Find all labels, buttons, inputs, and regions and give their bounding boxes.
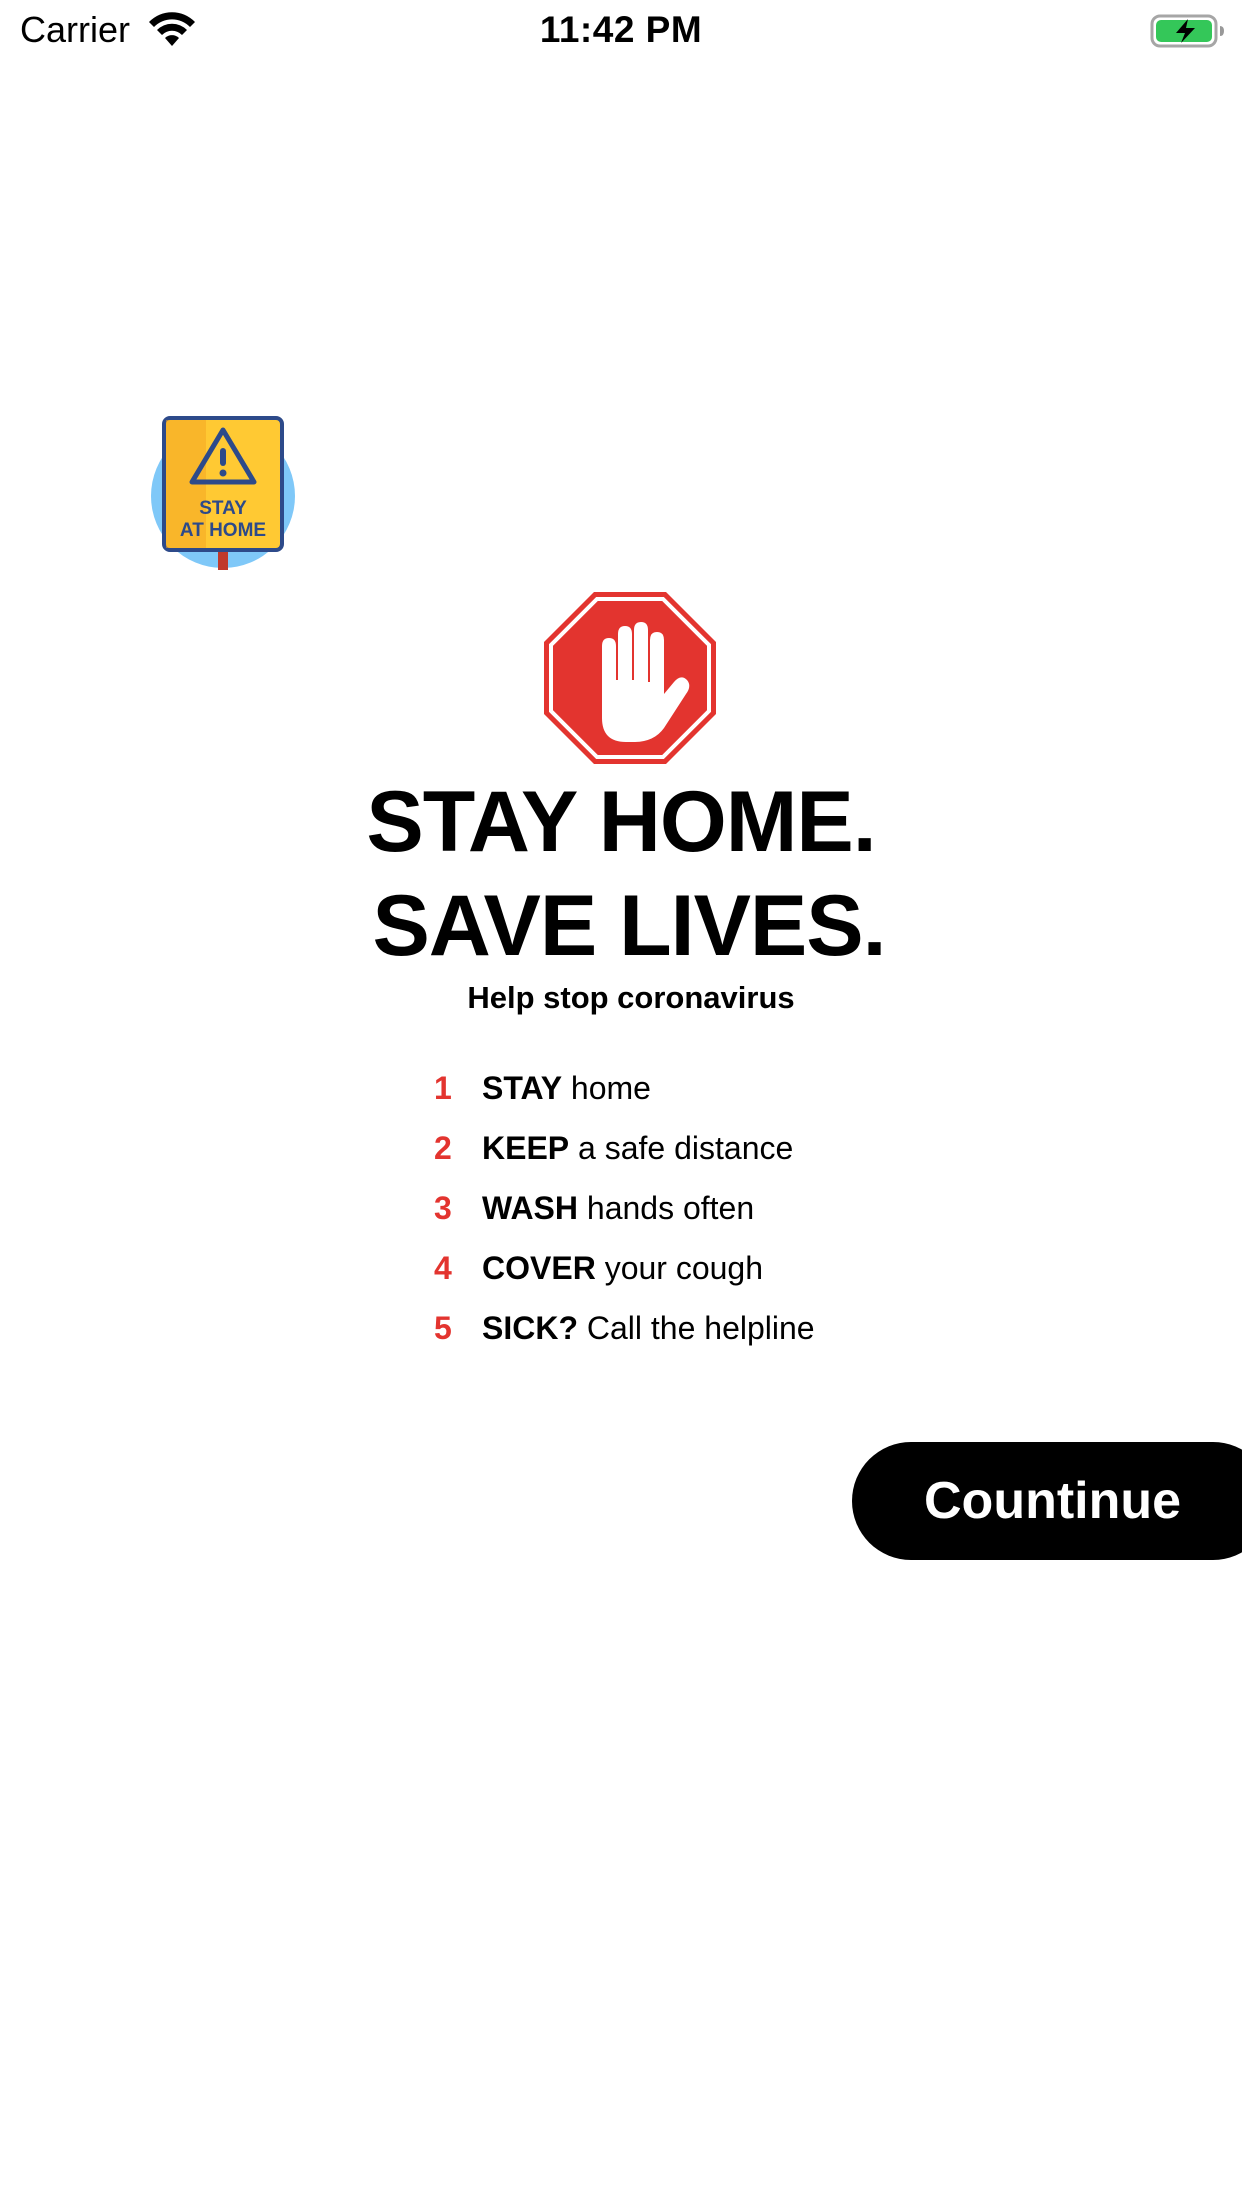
step-keyword: STAY xyxy=(482,1070,563,1106)
step-text: a safe distance xyxy=(569,1130,794,1166)
step-number: 5 xyxy=(434,1310,452,1346)
stay-at-home-sign-icon: STAY AT HOME xyxy=(151,416,295,570)
battery-charging-icon xyxy=(1150,14,1224,48)
step-number: 1 xyxy=(434,1070,452,1106)
status-bar: Carrier 11:42 PM xyxy=(0,0,1242,62)
stop-hand-icon xyxy=(544,592,716,764)
headline-save-lives: SAVE LIVES. xyxy=(372,878,886,974)
step-keyword: SICK? xyxy=(482,1310,578,1346)
step-text: your cough xyxy=(595,1250,764,1286)
step-number: 3 xyxy=(434,1190,452,1226)
subheading: Help stop coronavirus xyxy=(467,980,795,1015)
list-item: 4 COVER your cough xyxy=(434,1244,954,1304)
step-number: 2 xyxy=(434,1130,452,1166)
list-item: 3 WASH hands often xyxy=(434,1184,954,1244)
badge-line-1: STAY xyxy=(199,498,247,519)
badge-line-2: AT HOME xyxy=(180,520,266,541)
step-text: home xyxy=(562,1070,651,1106)
headline-stay-home: STAY HOME. xyxy=(366,774,876,870)
list-item: 1 STAY home xyxy=(434,1064,954,1124)
list-item: 5 SICK? Call the helpline xyxy=(434,1304,954,1364)
step-keyword: WASH xyxy=(482,1190,578,1226)
clock: 11:42 PM xyxy=(539,9,703,50)
step-number: 4 xyxy=(434,1250,452,1286)
step-text: hands often xyxy=(578,1190,755,1226)
list-item: 2 KEEP a safe distance xyxy=(434,1124,954,1184)
step-keyword: KEEP xyxy=(482,1130,570,1166)
continue-button[interactable]: Countinue xyxy=(852,1442,1242,1560)
step-text: Call the helpline xyxy=(578,1310,815,1346)
steps-list: 1 STAY home 2 KEEP a safe distance 3 WASH h… xyxy=(434,1064,954,1364)
step-keyword: COVER xyxy=(482,1250,596,1286)
